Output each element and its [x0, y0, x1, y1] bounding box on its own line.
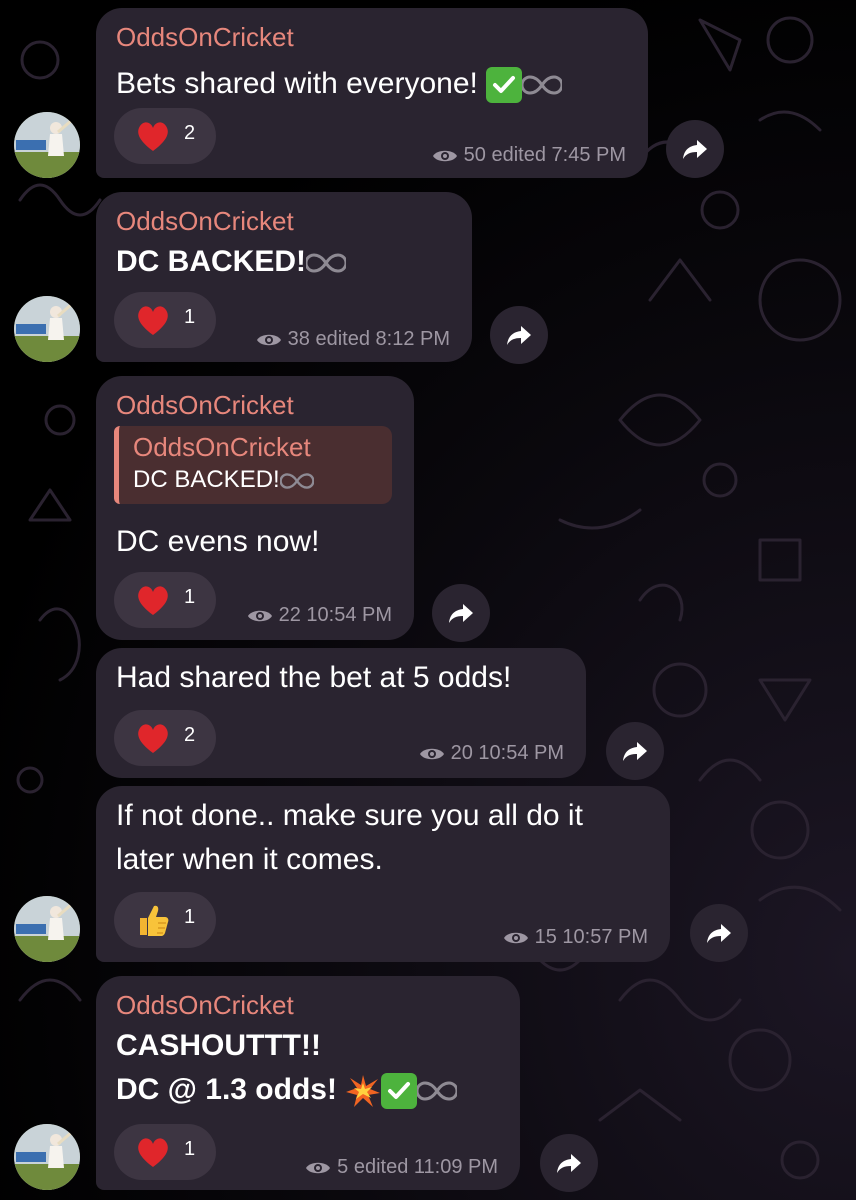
reaction-heart[interactable]: 1 [114, 292, 216, 348]
infinity-icon [306, 253, 346, 273]
avatar[interactable] [14, 296, 80, 362]
sender-name[interactable]: OddsOnCricket [116, 22, 294, 53]
heart-icon [138, 1138, 168, 1167]
message-text-line1: If not done.. make sure you all do it [116, 799, 583, 832]
reply-text-content: DC BACKED! [133, 466, 280, 493]
reaction-count: 1 [184, 906, 196, 928]
views-eye-icon [503, 932, 528, 943]
time-label: 10:54 PM [478, 742, 564, 764]
forward-icon [507, 326, 531, 345]
message-text-content: DC @ 1.3 odds! [116, 1073, 337, 1106]
message-meta: 22 10:54 PM [247, 604, 392, 627]
forward-icon [707, 924, 731, 943]
views-count: 20 [450, 742, 473, 764]
infinity-icon [522, 75, 563, 95]
message-bubble[interactable]: OddsOnCricket OddsOnCricket DC BACKED! D… [96, 376, 414, 640]
message-meta: 50 edited 7:45 PM [432, 144, 626, 167]
reaction-heart[interactable]: 1 [114, 1124, 216, 1180]
message-bubble[interactable]: Had shared the bet at 5 odds! 2 20 10:54… [96, 648, 586, 778]
views-eye-icon [256, 334, 281, 345]
message-meta: 15 10:57 PM [503, 926, 648, 949]
message-text: DC evens now! [116, 525, 320, 558]
reaction-thumbs-up[interactable]: 1 [114, 892, 216, 948]
time-label: edited 8:12 PM [315, 328, 450, 350]
reaction-count: 1 [184, 1138, 196, 1160]
heart-icon [138, 306, 168, 335]
time-label: 10:54 PM [306, 604, 392, 626]
views-eye-icon [306, 1162, 331, 1173]
message-bubble[interactable]: If not done.. make sure you all do it la… [96, 786, 670, 962]
reply-sender: OddsOnCricket [133, 432, 311, 462]
message-meta: 5 edited 11:09 PM [305, 1156, 498, 1179]
views-count: 22 [278, 604, 301, 626]
collision-icon [346, 1075, 381, 1108]
share-button[interactable] [666, 120, 724, 178]
message-text-line2: DC @ 1.3 odds! [116, 1068, 458, 1112]
views-count: 15 [534, 926, 557, 948]
reaction-heart[interactable]: 2 [114, 108, 216, 164]
views-count: 38 [287, 328, 310, 350]
forward-icon [557, 1154, 581, 1173]
heart-icon [138, 724, 168, 753]
message-text: DC BACKED! [116, 240, 346, 284]
reaction-count: 1 [184, 586, 196, 608]
avatar[interactable] [14, 896, 80, 962]
message-bubble[interactable]: OddsOnCricket DC BACKED! 1 38 edited 8:1… [96, 192, 472, 362]
message-text-line1: CASHOUTTT!! [116, 1029, 321, 1062]
share-button[interactable] [690, 904, 748, 962]
message-text: Bets shared with everyone! [116, 62, 563, 106]
views-count: 50 [463, 144, 486, 166]
infinity-icon [279, 472, 314, 489]
message-bubble[interactable]: OddsOnCricket CASHOUTTT!! DC @ 1.3 odds!… [96, 976, 520, 1190]
reaction-heart[interactable]: 1 [114, 572, 216, 628]
share-button[interactable] [606, 722, 664, 780]
infinity-icon [417, 1081, 458, 1101]
chat-view: OddsOnCricket Bets shared with everyone!… [0, 0, 856, 1200]
reply-quote[interactable]: OddsOnCricket DC BACKED! [114, 426, 392, 504]
share-button[interactable] [540, 1134, 598, 1192]
reaction-heart[interactable]: 2 [114, 710, 216, 766]
avatar[interactable] [14, 1124, 80, 1190]
message-text: Had shared the bet at 5 odds! [116, 661, 512, 694]
share-button[interactable] [490, 306, 548, 364]
time-label: 10:57 PM [562, 926, 648, 948]
reply-text: DC BACKED! [133, 466, 314, 494]
message-meta: 20 10:54 PM [419, 742, 564, 765]
views-eye-icon [419, 748, 444, 759]
sender-name[interactable]: OddsOnCricket [116, 390, 294, 421]
forward-icon [683, 140, 707, 159]
avatar[interactable] [14, 112, 80, 178]
views-eye-icon [247, 610, 272, 621]
message-text-content: DC BACKED! [116, 245, 306, 278]
check-mark-icon [381, 1073, 418, 1110]
message-text-line2: later when it comes. [116, 843, 383, 876]
sender-name[interactable]: OddsOnCricket [116, 990, 294, 1021]
message-bubble[interactable]: OddsOnCricket Bets shared with everyone!… [96, 8, 648, 178]
time-label: edited 11:09 PM [353, 1156, 498, 1178]
heart-icon [138, 586, 168, 615]
message-text-content: Bets shared with everyone! [116, 67, 478, 100]
reaction-count: 1 [184, 306, 196, 328]
check-mark-icon [486, 67, 523, 104]
views-count: 5 [337, 1156, 349, 1178]
sender-name[interactable]: OddsOnCricket [116, 206, 294, 237]
heart-icon [138, 122, 168, 151]
message-meta: 38 edited 8:12 PM [256, 328, 450, 351]
reaction-count: 2 [184, 724, 196, 746]
forward-icon [623, 742, 647, 761]
forward-icon [449, 604, 473, 623]
share-button[interactable] [432, 584, 490, 642]
reaction-count: 2 [184, 122, 196, 144]
views-eye-icon [432, 150, 457, 161]
time-label: edited 7:45 PM [491, 144, 626, 166]
thumbs-up-icon [140, 905, 169, 936]
